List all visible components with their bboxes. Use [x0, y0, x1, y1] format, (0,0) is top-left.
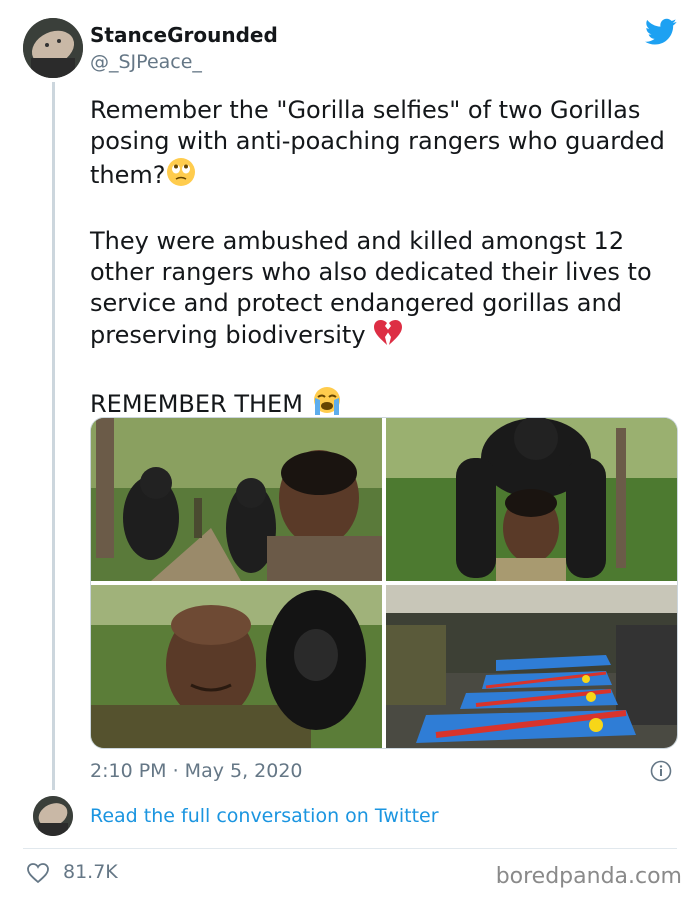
read-full-conversation-link[interactable]: Read the full conversation on Twitter: [90, 805, 439, 827]
author-handle[interactable]: @_SJPeace_: [90, 51, 202, 73]
thread-line: [52, 82, 55, 790]
tweet-text: Remember the "Gorilla selfies" of two Go…: [90, 95, 685, 455]
info-icon[interactable]: [650, 760, 672, 782]
tweet-media-grid[interactable]: [90, 417, 678, 749]
photo-gorilla-on-ranger-shoulders[interactable]: [386, 418, 677, 581]
boredpanda-watermark: boredpanda.com: [495, 864, 682, 889]
photo-ranger-selfie-with-gorilla[interactable]: [91, 585, 382, 748]
footer-divider: [23, 848, 677, 849]
tweet-paragraph-2: They were ambushed and killed amongst 12…: [90, 226, 685, 355]
photo-ranger-with-two-gorillas[interactable]: [91, 418, 382, 581]
tweet-paragraph-2-text: They were ambushed and killed amongst 12…: [90, 227, 652, 349]
photo-flag-draped-coffins[interactable]: [386, 585, 677, 748]
tweet-paragraph-3-text: REMEMBER THEM: [90, 390, 303, 418]
tweet-card: StanceGrounded @_SJPeace_ Remember the "…: [0, 0, 700, 900]
broken-heart-emoji: [373, 319, 403, 355]
author-avatar-small[interactable]: [33, 796, 73, 836]
author-display-name[interactable]: StanceGrounded: [90, 23, 278, 47]
face-with-rolling-eyes-emoji: [166, 157, 196, 195]
author-avatar[interactable]: [23, 18, 83, 78]
twitter-bird-icon[interactable]: [645, 18, 677, 46]
tweet-paragraph-1: Remember the "Gorilla selfies" of two Go…: [90, 95, 685, 195]
tweet-timestamp[interactable]: 2:10 PM · May 5, 2020: [90, 760, 303, 782]
like-count: 81.7K: [63, 861, 118, 883]
heart-outline-icon[interactable]: [26, 862, 50, 884]
